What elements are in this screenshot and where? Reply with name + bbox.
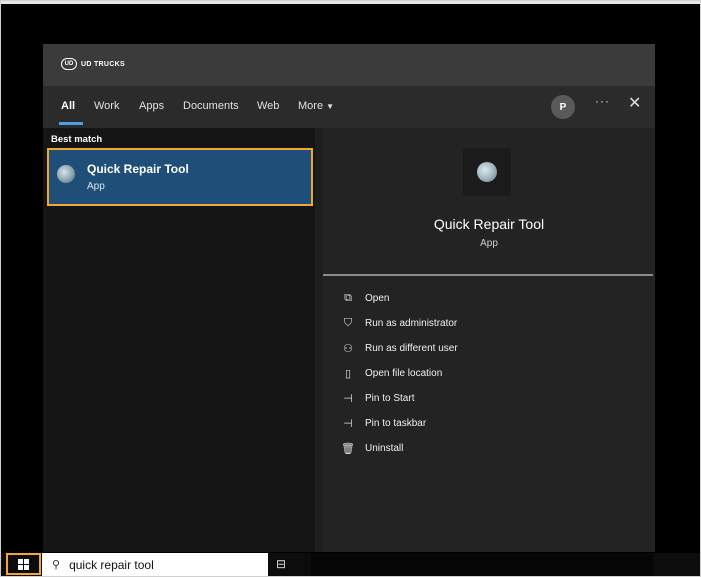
open-icon: ⧉ (344, 292, 352, 304)
user-run-icon: ⚇ (343, 343, 353, 355)
taskbar-app-area (311, 553, 653, 576)
pin-icon: ⊣ (343, 418, 353, 430)
shield-run-icon: ⛉ (343, 317, 353, 329)
trash-icon: 🗑 (341, 443, 355, 455)
start-button[interactable] (6, 553, 41, 575)
detail-title: Quick Repair Tool (433, 216, 545, 232)
divider (323, 274, 653, 276)
action-run-as-different-user[interactable]: ⚇ Run as different user (341, 342, 458, 355)
folder-icon: ▯ (344, 368, 352, 380)
avatar[interactable]: P (551, 95, 575, 119)
tab-web[interactable]: Web (257, 100, 279, 112)
detail-type: App (480, 238, 498, 249)
active-tab-indicator (59, 122, 83, 125)
details-pane: Quick Repair Tool App ⧉ Open ⛉ Run as ad… (323, 128, 655, 552)
action-run-as-administrator[interactable]: ⛉ Run as administrator (341, 317, 457, 330)
app-icon (57, 165, 75, 183)
action-label: Pin to Start (365, 393, 415, 404)
action-label: Run as different user (365, 343, 458, 354)
more-options-icon[interactable]: ··· (595, 94, 610, 108)
app-large-icon-tile (463, 148, 511, 196)
result-title: Quick Repair Tool (87, 162, 189, 176)
taskbar: ⚲ quick repair tool ⊟ (1, 553, 700, 576)
action-label: Pin to taskbar (365, 418, 427, 429)
start-search-panel: UD UD TRUCKS All Work Apps Documents Web… (43, 44, 655, 552)
pin-icon: ⊣ (343, 393, 353, 405)
taskbar-search-box[interactable]: ⚲ quick repair tool (42, 553, 268, 576)
results-pane: Best match Quick Repair Tool App (43, 128, 315, 552)
windows-logo-icon (18, 558, 29, 570)
brand-name: UD TRUCKS (81, 60, 125, 68)
close-icon[interactable]: ✕ (628, 93, 641, 113)
tab-apps[interactable]: Apps (139, 100, 164, 112)
action-open[interactable]: ⧉ Open (341, 292, 389, 305)
result-type: App (87, 181, 105, 192)
tab-more-label: More (298, 100, 324, 112)
search-icon: ⚲ (52, 559, 61, 571)
action-label: Open file location (365, 368, 443, 379)
action-label: Uninstall (365, 443, 404, 454)
action-pin-to-start[interactable]: ⊣ Pin to Start (341, 392, 414, 405)
app-large-icon (477, 162, 497, 182)
best-match-heading: Best match (51, 134, 103, 145)
brand-logo: UD UD TRUCKS (61, 58, 125, 70)
action-open-file-location[interactable]: ▯ Open file location (341, 367, 442, 380)
action-label: Open (365, 293, 390, 304)
best-match-result[interactable]: Quick Repair Tool App (47, 148, 313, 206)
action-label: Run as administrator (365, 318, 458, 329)
brand-mark-icon: UD (61, 58, 77, 70)
caret-down-icon: ▼ (326, 102, 334, 111)
tab-documents[interactable]: Documents (183, 100, 239, 112)
tab-all[interactable]: All (61, 100, 75, 112)
brand-bar: UD UD TRUCKS (43, 44, 655, 86)
task-view-icon[interactable]: ⊟ (276, 557, 286, 571)
tab-work[interactable]: Work (94, 100, 119, 112)
tab-more[interactable]: More ▼ (298, 100, 334, 112)
top-strip (1, 1, 700, 4)
search-input[interactable]: quick repair tool (69, 558, 154, 572)
action-uninstall[interactable]: 🗑 Uninstall (341, 442, 403, 455)
action-pin-to-taskbar[interactable]: ⊣ Pin to taskbar (341, 417, 426, 430)
search-filter-tabs: All Work Apps Documents Web More ▼ P ··· … (43, 86, 655, 128)
